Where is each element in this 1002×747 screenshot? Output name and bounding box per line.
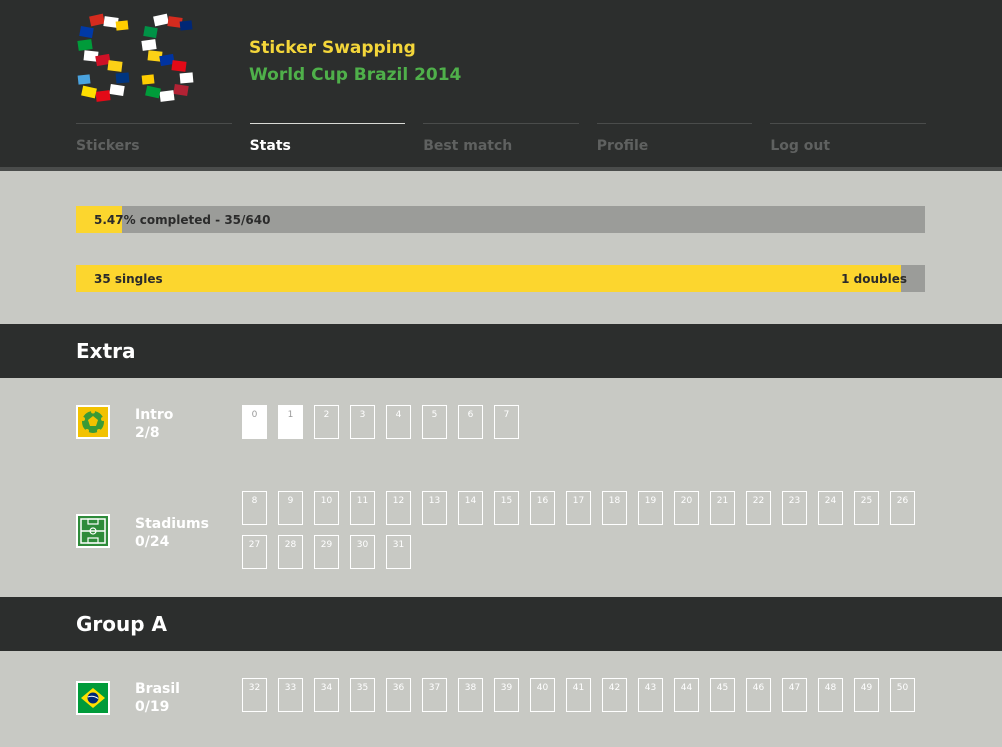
nav-stats[interactable]: Stats [249,123,406,163]
sticker-34[interactable]: 34 [314,678,339,712]
sticker-42[interactable]: 42 [602,678,627,712]
soccer-ball-icon [76,405,110,439]
sticker-16[interactable]: 16 [530,491,555,525]
sticker-14[interactable]: 14 [458,491,483,525]
sticker-13[interactable]: 13 [422,491,447,525]
sticker-3[interactable]: 3 [350,405,375,439]
nav-stickers[interactable]: Stickers [76,123,232,163]
sticker-6[interactable]: 6 [458,405,483,439]
sticker-23[interactable]: 23 [782,491,807,525]
sticker-31[interactable]: 31 [386,535,411,569]
sticker-0[interactable]: 0 [242,405,267,439]
sticker-32[interactable]: 32 [242,678,267,712]
sticker-18[interactable]: 18 [602,491,627,525]
sticker-17[interactable]: 17 [566,491,591,525]
sticker-33[interactable]: 33 [278,678,303,712]
sticker-41[interactable]: 41 [566,678,591,712]
sticker-30[interactable]: 30 [350,535,375,569]
team-name-brasil: Brasil [135,681,180,697]
app-title: Sticker Swapping [249,38,416,58]
sticker-25[interactable]: 25 [854,491,879,525]
sticker-24[interactable]: 24 [818,491,843,525]
doubles-label: 1 doubles [841,272,907,286]
nav-best-match[interactable]: Best match [423,123,579,163]
team-count-stadiums: 0/24 [135,534,170,550]
sticker-29[interactable]: 29 [314,535,339,569]
team-name-stadiums: Stadiums [135,516,209,532]
sticker-43[interactable]: 43 [638,678,663,712]
sticker-46[interactable]: 46 [746,678,771,712]
section-header-group-a: Group A [0,597,1002,651]
sticker-2[interactable]: 2 [314,405,339,439]
sticker-21[interactable]: 21 [710,491,735,525]
brazil-flag-icon [76,681,110,715]
sticker-grid-stadiums: 8 9 10 11 12 13 14 15 16 17 18 19 20 21 22 23 24 25 26 27 28… [242,491,932,569]
sticker-11[interactable]: 11 [350,491,375,525]
sticker-37[interactable]: 37 [422,678,447,712]
sticker-49[interactable]: 49 [854,678,879,712]
nav-profile[interactable]: Profile [596,123,753,163]
section-header-extra: Extra [0,324,1002,378]
sticker-20[interactable]: 20 [674,491,699,525]
section-title: Extra [76,339,136,363]
section-title: Group A [76,612,168,636]
sticker-19[interactable]: 19 [638,491,663,525]
app-subtitle: World Cup Brazil 2014 [249,65,462,85]
singles-fill [76,265,902,292]
completion-label: 5.47% completed - 35/640 [94,213,271,227]
main-nav: Stickers Stats Best match Profile Log ou… [76,123,926,163]
sticker-7[interactable]: 7 [494,405,519,439]
logo-letter-s-2 [141,13,194,102]
flags-logo-icon [77,13,194,102]
sticker-45[interactable]: 45 [710,678,735,712]
sticker-26[interactable]: 26 [890,491,915,525]
sticker-36[interactable]: 36 [386,678,411,712]
sticker-9[interactable]: 9 [278,491,303,525]
sticker-12[interactable]: 12 [386,491,411,525]
sticker-44[interactable]: 44 [674,678,699,712]
singles-doubles-bar: 35 singles 1 doubles [76,265,925,292]
stadium-field-icon [76,514,110,548]
sticker-50[interactable]: 50 [890,678,915,712]
singles-label: 35 singles [94,272,163,286]
sticker-10[interactable]: 10 [314,491,339,525]
sticker-15[interactable]: 15 [494,491,519,525]
sticker-grid-intro: 01234567 [242,405,932,439]
sticker-5[interactable]: 5 [422,405,447,439]
sticker-grid-brasil: 32 33 34 35 36 37 38 39 40 41 42 43 44 45 46 47 48 49 50 [242,678,932,712]
sticker-22[interactable]: 22 [746,491,771,525]
app-header: Sticker Swapping World Cup Brazil 2014 S… [0,0,1002,171]
team-count-intro: 2/8 [135,425,160,441]
sticker-28[interactable]: 28 [278,535,303,569]
sticker-47[interactable]: 47 [782,678,807,712]
completion-progress-bar: 5.47% completed - 35/640 [76,206,925,233]
sticker-27[interactable]: 27 [242,535,267,569]
team-name-intro: Intro [135,407,174,423]
sticker-8[interactable]: 8 [242,491,267,525]
sticker-4[interactable]: 4 [386,405,411,439]
team-count-brasil: 0/19 [135,699,170,715]
sticker-38[interactable]: 38 [458,678,483,712]
logo-letter-s-1 [77,13,130,102]
sticker-35[interactable]: 35 [350,678,375,712]
sticker-48[interactable]: 48 [818,678,843,712]
nav-log-out[interactable]: Log out [770,123,926,163]
sticker-39[interactable]: 39 [494,678,519,712]
sticker-40[interactable]: 40 [530,678,555,712]
sticker-1[interactable]: 1 [278,405,303,439]
